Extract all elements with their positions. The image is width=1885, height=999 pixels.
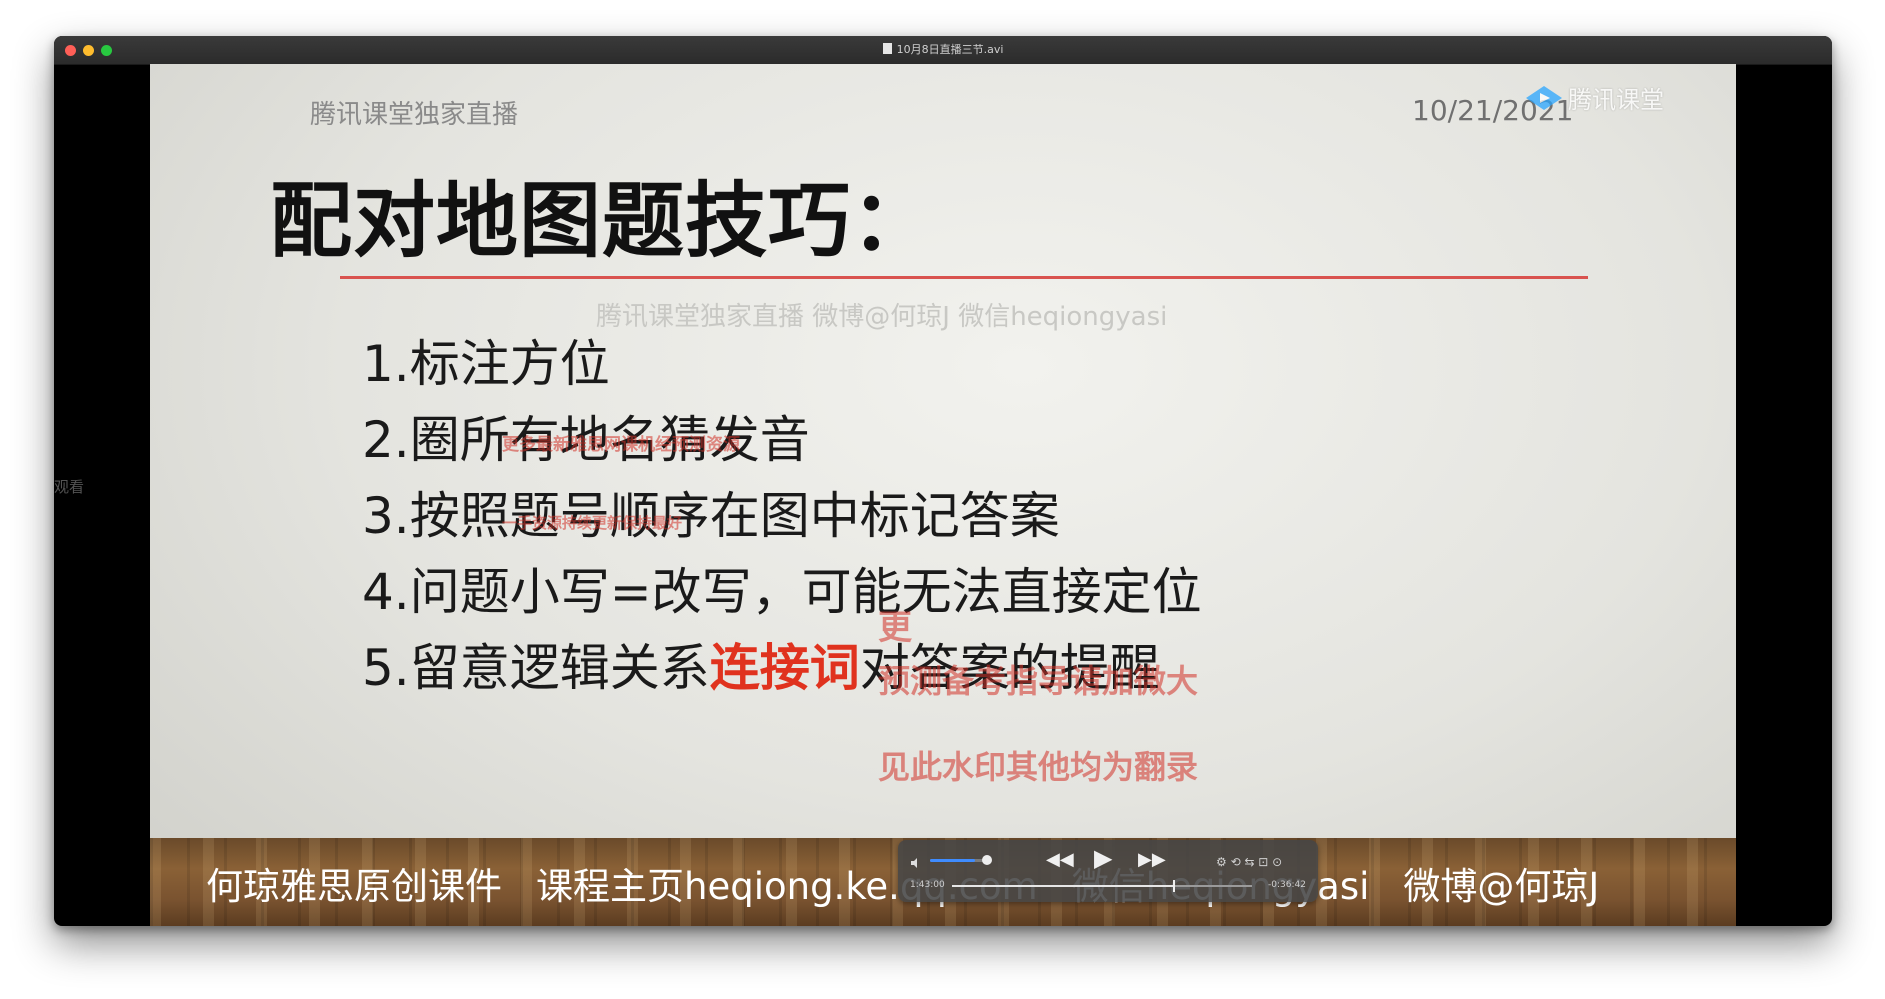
remaining-time: -0:36:42 <box>1268 880 1306 890</box>
volume-slider[interactable] <box>930 859 990 862</box>
overlay-watermark-1: 更多最新雅思网课机经预测资源 <box>502 435 740 455</box>
fast-forward-button[interactable]: ▶▶ <box>1138 848 1166 872</box>
overlay-watermark-3: 更 <box>878 608 912 648</box>
side-text: 观看 <box>54 478 85 496</box>
playback-controls: ◀◀ ▶ ▶▶ ⚙ ⟲ ⇆ ⊡ ⊙ 1:43:00 -0:36:42 <box>898 840 1318 902</box>
window-title: 10月8日直播三节.avi <box>54 36 1832 64</box>
more-controls[interactable]: ⚙ ⟲ ⇆ ⊡ ⊙ <box>1216 850 1282 874</box>
tencent-logo-icon <box>1524 84 1564 112</box>
title-divider <box>340 276 1588 279</box>
volume-level <box>930 859 975 862</box>
overlay-watermark-4: 预测备考指导请加微大 <box>878 662 1199 700</box>
document-icon <box>882 43 892 54</box>
title-bar[interactable]: 10月8日直播三节.avi <box>54 36 1832 65</box>
volume-icon[interactable] <box>910 854 922 868</box>
footer-author: 何琼雅思原创课件 <box>206 865 502 908</box>
tip-item-3: 3.按照题号顺序在图中标记答案 <box>362 487 1060 545</box>
tip-item-1: 1.标注方位 <box>362 335 610 393</box>
slide-title: 配对地图题技巧： <box>270 174 935 269</box>
volume-knob[interactable] <box>982 855 992 865</box>
tips-list: 1.标注方位 2.圈所有地名猜发音 3.按照题号顺序在图中标记答案 4.问题小写… <box>362 326 1202 706</box>
playback-scrubber[interactable] <box>952 880 1252 892</box>
tip-item-2: 2.圈所有地名猜发音 <box>362 411 810 469</box>
footer-weibo: 微博@何琼J <box>1403 865 1600 908</box>
fast-forward-icon: ▶▶ <box>1138 849 1166 870</box>
playhead[interactable] <box>1173 880 1175 892</box>
tip-item-5-highlight: 连接词 <box>709 639 860 697</box>
window-title-text: 10月8日直播三节.avi <box>896 43 1004 56</box>
play-button[interactable]: ▶ <box>1094 846 1112 870</box>
tip-item-4: 4.问题小写=改写，可能无法直接定位 <box>362 563 1202 621</box>
tencent-classroom-logo: 腾讯课堂 <box>1524 80 1664 115</box>
tencent-logo-text: 腾讯课堂 <box>1568 86 1664 114</box>
elapsed-time: 1:43:00 <box>910 880 945 890</box>
rewind-icon: ◀◀ <box>1046 849 1074 870</box>
slide: 腾讯课堂独家直播 10/21/2021 腾讯课堂 配对地图题技巧： 腾讯课堂独家… <box>150 64 1736 926</box>
rewind-button[interactable]: ◀◀ <box>1046 848 1074 872</box>
overlay-watermark-5: 见此水印其他均为翻录 <box>878 748 1199 786</box>
tip-item-5-lead: 5.留意逻辑关系 <box>362 639 710 697</box>
play-icon: ▶ <box>1094 844 1113 872</box>
slide-header-left: 腾讯课堂独家直播 <box>310 100 519 130</box>
video-player-window: 10月8日直播三节.avi 观看 腾讯课堂独家直播 10/21/2021 腾讯课… <box>54 36 1832 926</box>
playback-progress <box>952 885 1174 887</box>
overlay-watermark-2: 一手资源持续更新保持最好 <box>502 514 683 532</box>
